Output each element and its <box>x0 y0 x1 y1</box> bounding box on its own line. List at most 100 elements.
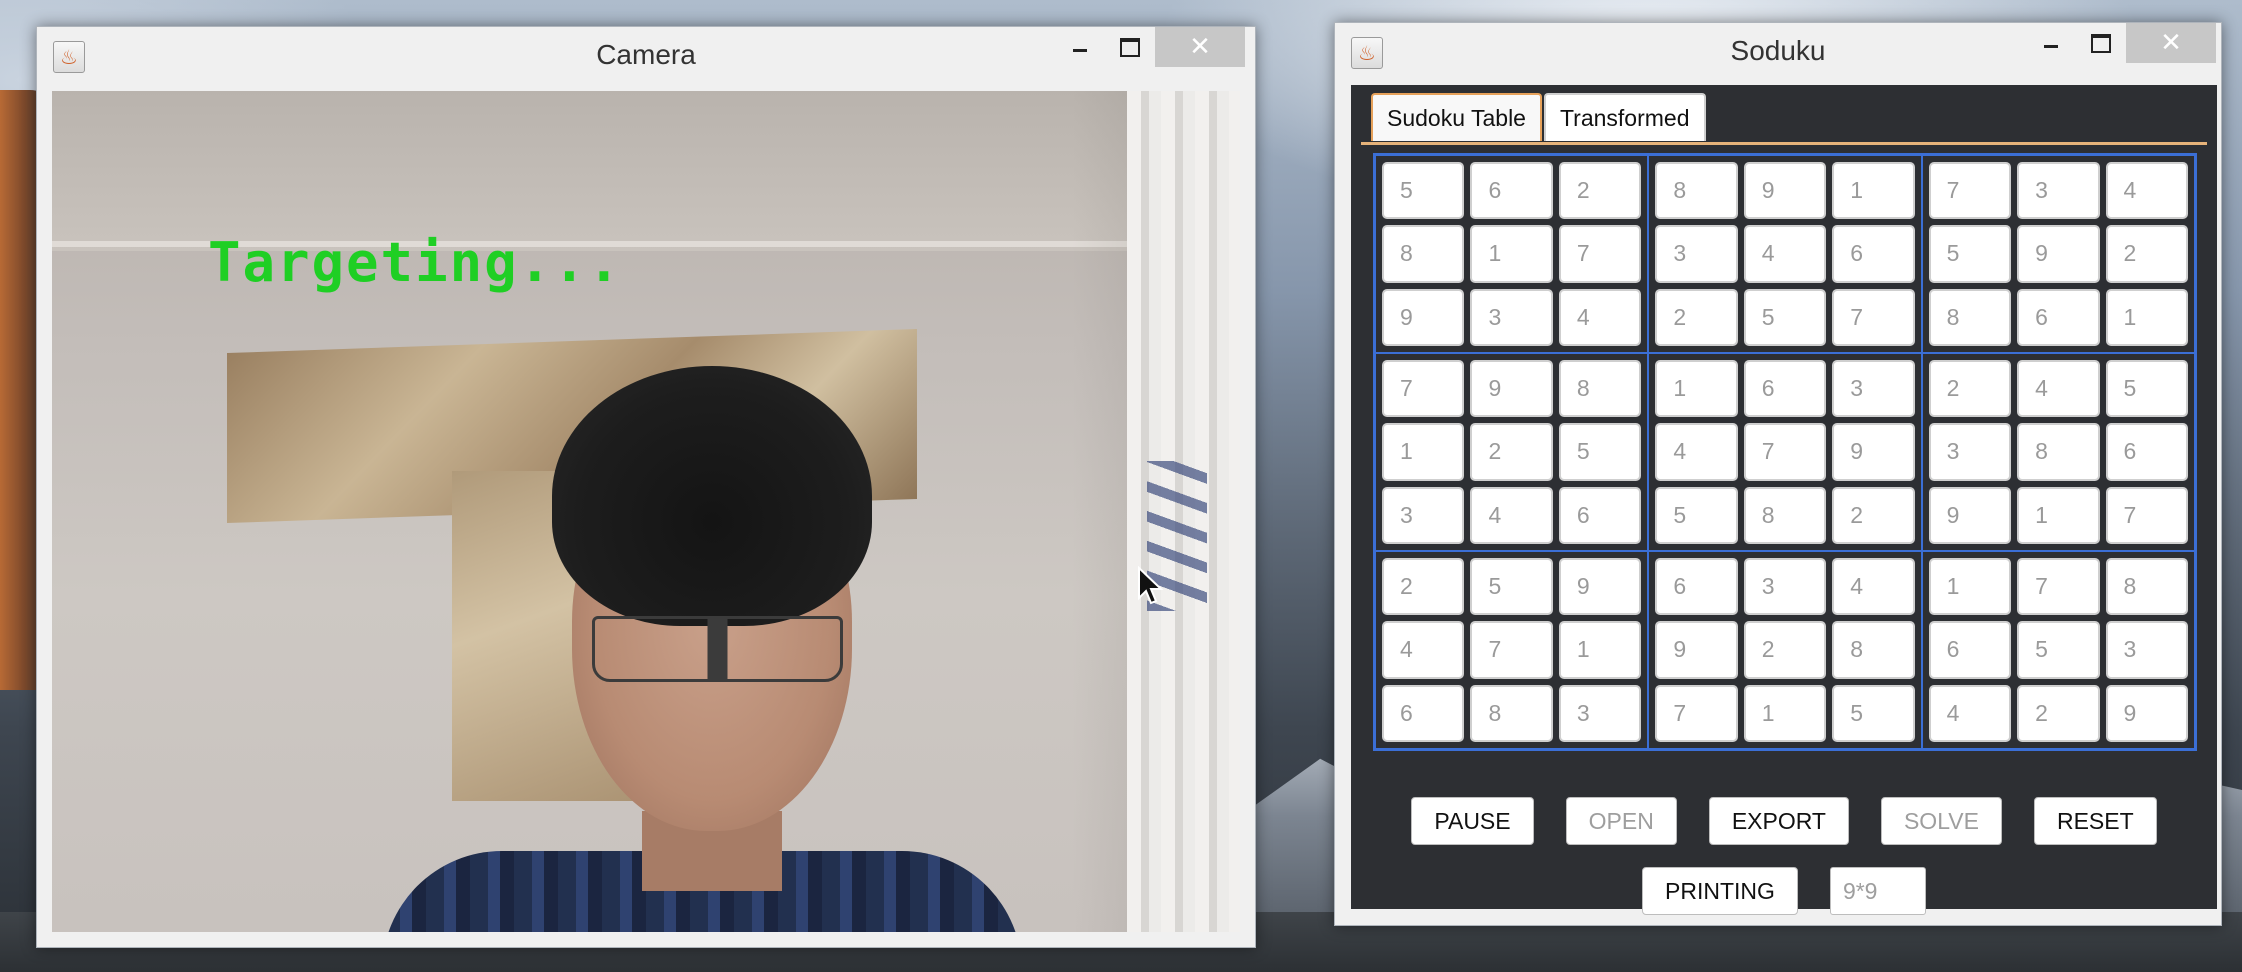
sudoku-cell[interactable]: 3 <box>1832 360 1915 418</box>
sudoku-cell[interactable]: 6 <box>1470 162 1553 220</box>
sudoku-cell[interactable]: 5 <box>1382 162 1465 220</box>
sudoku-cell[interactable]: 1 <box>2105 288 2188 346</box>
sudoku-cell[interactable]: 7 <box>1832 288 1915 346</box>
sudoku-cell[interactable]: 2 <box>1655 288 1738 346</box>
sudoku-cell[interactable]: 6 <box>1832 225 1915 283</box>
soduku-titlebar[interactable]: ♨ Soduku ✕ <box>1335 23 2221 79</box>
solve-button[interactable]: SOLVE <box>1880 797 2002 845</box>
sudoku-cell[interactable]: 7 <box>1382 360 1465 418</box>
close-icon: ✕ <box>2160 28 2182 58</box>
reset-button[interactable]: RESET <box>2033 797 2157 845</box>
sudoku-cell[interactable]: 8 <box>1382 225 1465 283</box>
sudoku-cell[interactable]: 9 <box>2105 684 2188 742</box>
sudoku-cell[interactable]: 2 <box>1382 558 1465 616</box>
sudoku-cell[interactable]: 3 <box>1655 225 1738 283</box>
sudoku-cell[interactable]: 8 <box>2105 558 2188 616</box>
sudoku-cell[interactable]: 3 <box>1743 558 1827 616</box>
sudoku-cell[interactable]: 2 <box>1470 423 1553 481</box>
sudoku-cell[interactable]: 1 <box>1382 423 1465 481</box>
sudoku-cell[interactable]: 1 <box>1832 162 1915 220</box>
sudoku-cell[interactable]: 9 <box>1382 288 1465 346</box>
sudoku-cell[interactable]: 6 <box>1743 360 1827 418</box>
sudoku-cell[interactable]: 9 <box>1743 162 1827 220</box>
sudoku-cell[interactable]: 7 <box>1928 162 2012 220</box>
sudoku-cell[interactable]: 7 <box>1558 225 1642 283</box>
sudoku-cell[interactable]: 4 <box>1558 288 1642 346</box>
sudoku-cell[interactable]: 6 <box>1655 558 1738 616</box>
sudoku-cell[interactable]: 4 <box>1382 621 1465 679</box>
sudoku-cell[interactable]: 2 <box>2017 684 2100 742</box>
sudoku-cell[interactable]: 1 <box>2017 486 2100 544</box>
sudoku-cell[interactable]: 1 <box>1470 225 1553 283</box>
sudoku-cell[interactable]: 6 <box>1928 621 2012 679</box>
sudoku-cell[interactable]: 2 <box>1558 162 1642 220</box>
sudoku-cell[interactable]: 2 <box>1928 360 2012 418</box>
sudoku-cell[interactable]: 7 <box>1470 621 1553 679</box>
sudoku-cell[interactable]: 6 <box>2105 423 2188 481</box>
sudoku-cell[interactable]: 3 <box>2017 162 2100 220</box>
export-button[interactable]: EXPORT <box>1708 797 1849 845</box>
sudoku-cell[interactable]: 5 <box>2017 621 2100 679</box>
sudoku-cell[interactable]: 9 <box>1928 486 2012 544</box>
sudoku-cell[interactable]: 3 <box>1470 288 1553 346</box>
minimize-button[interactable] <box>1055 27 1105 67</box>
close-button[interactable]: ✕ <box>2126 23 2216 63</box>
sudoku-cell[interactable]: 4 <box>1470 486 1553 544</box>
sudoku-cell[interactable]: 3 <box>2105 621 2188 679</box>
sudoku-cell[interactable]: 6 <box>1382 684 1465 742</box>
open-button[interactable]: OPEN <box>1565 797 1677 845</box>
sudoku-cell[interactable]: 8 <box>1558 360 1642 418</box>
sudoku-cell[interactable]: 1 <box>1743 684 1827 742</box>
sudoku-cell[interactable]: 5 <box>1470 558 1553 616</box>
sudoku-cell[interactable]: 6 <box>2017 288 2100 346</box>
sudoku-cell[interactable]: 2 <box>2105 225 2188 283</box>
sudoku-cell[interactable]: 9 <box>1832 423 1915 481</box>
sudoku-cell[interactable]: 5 <box>1743 288 1827 346</box>
sudoku-cell[interactable]: 4 <box>2017 360 2100 418</box>
minimize-button[interactable] <box>2026 23 2076 63</box>
maximize-button[interactable] <box>1105 27 1155 67</box>
sudoku-cell[interactable]: 2 <box>1832 486 1915 544</box>
sudoku-cell[interactable]: 4 <box>1743 225 1827 283</box>
sudoku-cell[interactable]: 7 <box>1743 423 1827 481</box>
sudoku-cell[interactable]: 8 <box>1470 684 1553 742</box>
sudoku-cell[interactable]: 8 <box>1743 486 1827 544</box>
sudoku-cell[interactable]: 1 <box>1655 360 1738 418</box>
tab-underline <box>1361 142 2207 145</box>
sudoku-cell[interactable]: 5 <box>1655 486 1738 544</box>
sudoku-cell[interactable]: 9 <box>1558 558 1642 616</box>
pause-button[interactable]: PAUSE <box>1411 797 1534 845</box>
sudoku-cell[interactable]: 1 <box>1928 558 2012 616</box>
sudoku-cell[interactable]: 9 <box>2017 225 2100 283</box>
sudoku-cell[interactable]: 3 <box>1928 423 2012 481</box>
sudoku-cell[interactable]: 4 <box>1655 423 1738 481</box>
sudoku-cell[interactable]: 3 <box>1382 486 1465 544</box>
sudoku-cell[interactable]: 7 <box>1655 684 1738 742</box>
sudoku-cell[interactable]: 5 <box>1928 225 2012 283</box>
tab-sudoku-table[interactable]: Sudoku Table <box>1371 93 1542 141</box>
sudoku-cell[interactable]: 4 <box>1832 558 1915 616</box>
camera-titlebar[interactable]: ♨ Camera ✕ <box>37 27 1255 83</box>
sudoku-cell[interactable]: 3 <box>1558 684 1642 742</box>
close-button[interactable]: ✕ <box>1155 27 1245 67</box>
maximize-button[interactable] <box>2076 23 2126 63</box>
sudoku-cell[interactable]: 4 <box>2105 162 2188 220</box>
sudoku-cell[interactable]: 7 <box>2017 558 2100 616</box>
sudoku-cell[interactable]: 1 <box>1558 621 1642 679</box>
sudoku-cell[interactable]: 2 <box>1743 621 1827 679</box>
sudoku-cell[interactable]: 4 <box>1928 684 2012 742</box>
sudoku-cell[interactable]: 8 <box>1928 288 2012 346</box>
sudoku-cell[interactable]: 5 <box>1832 684 1915 742</box>
tab-transformed[interactable]: Transformed <box>1543 93 1706 141</box>
sudoku-cell[interactable]: 5 <box>1558 423 1642 481</box>
sudoku-cell[interactable]: 8 <box>2017 423 2100 481</box>
printing-button[interactable]: PRINTING <box>1642 867 1798 915</box>
grid-size-field[interactable]: 9*9 <box>1829 867 1926 915</box>
sudoku-cell[interactable]: 6 <box>1558 486 1642 544</box>
sudoku-cell[interactable]: 9 <box>1655 621 1738 679</box>
sudoku-cell[interactable]: 8 <box>1832 621 1915 679</box>
sudoku-cell[interactable]: 9 <box>1470 360 1553 418</box>
sudoku-cell[interactable]: 7 <box>2105 486 2188 544</box>
sudoku-cell[interactable]: 8 <box>1655 162 1738 220</box>
sudoku-cell[interactable]: 5 <box>2105 360 2188 418</box>
